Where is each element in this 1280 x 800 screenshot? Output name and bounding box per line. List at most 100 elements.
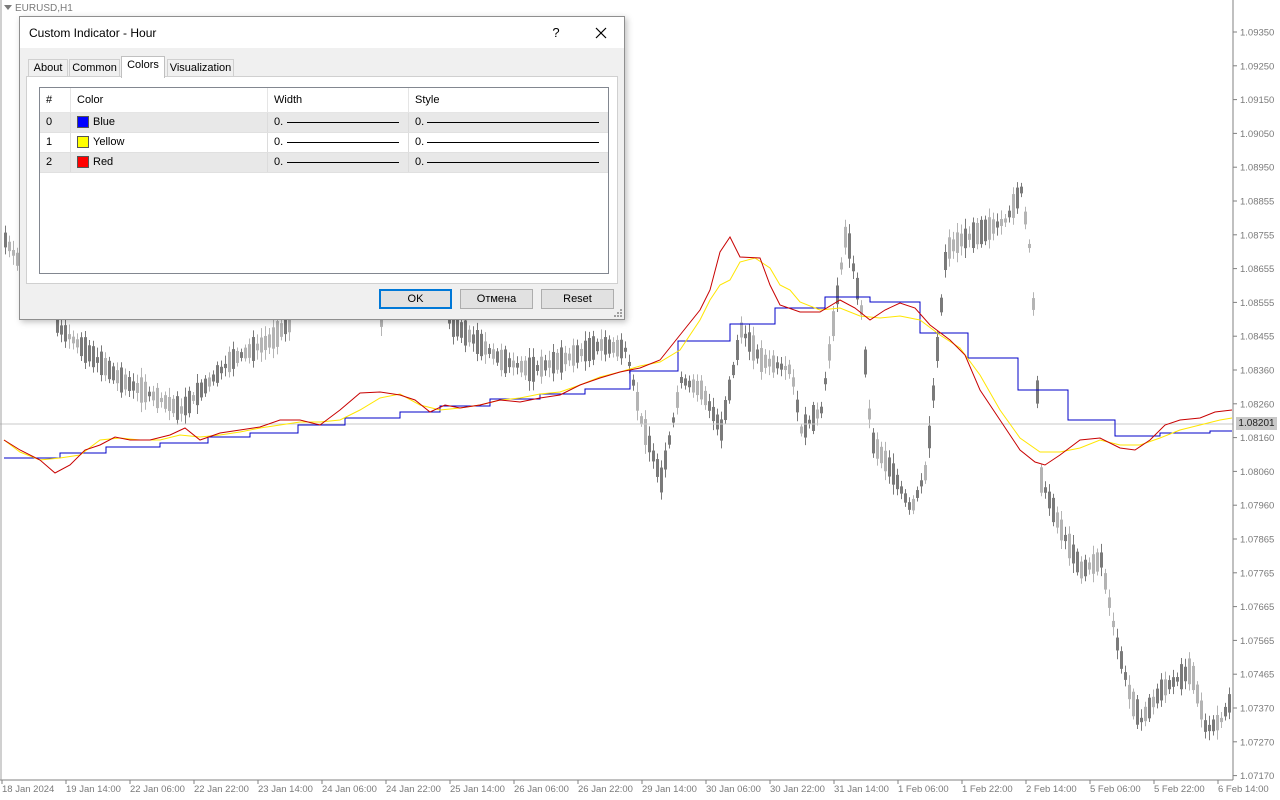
time-label: 24 Jan 06:00 bbox=[322, 784, 377, 795]
candle-body bbox=[516, 363, 519, 368]
width-cell[interactable]: 0. bbox=[268, 113, 409, 132]
candle-body bbox=[608, 339, 611, 354]
candle-body bbox=[908, 502, 911, 510]
chart-symbol-label[interactable]: EURUSD,H1 bbox=[4, 3, 73, 14]
color-cell[interactable]: Yellow bbox=[71, 133, 268, 152]
width-cell[interactable]: 0. bbox=[268, 153, 409, 172]
column-header-width[interactable]: Width bbox=[268, 88, 409, 112]
candle-body bbox=[1216, 715, 1219, 731]
candle-body bbox=[708, 401, 711, 411]
candle-body bbox=[1156, 688, 1159, 704]
candle-body bbox=[528, 357, 531, 382]
candle-body bbox=[84, 337, 87, 363]
dropdown-triangle-icon bbox=[4, 5, 12, 10]
candle-body bbox=[512, 360, 515, 368]
tab-colors[interactable]: Colors bbox=[121, 56, 165, 78]
width-cell[interactable]: 0. bbox=[268, 133, 409, 152]
candle-body bbox=[1028, 243, 1031, 249]
style-cell[interactable]: 0. bbox=[409, 133, 608, 152]
tab-about[interactable]: About bbox=[28, 59, 68, 77]
time-label: 2 Feb 14:00 bbox=[1026, 784, 1077, 795]
candle-body bbox=[652, 450, 655, 462]
candle-body bbox=[496, 351, 499, 363]
candle-body bbox=[840, 262, 843, 270]
candle-body bbox=[948, 237, 951, 259]
price-label: 1.08160 bbox=[1240, 433, 1274, 444]
table-row[interactable]: 1 Yellow 0. 0. bbox=[40, 133, 608, 153]
price-label: 1.07370 bbox=[1240, 704, 1274, 715]
candle-body bbox=[1080, 561, 1083, 579]
style-cell[interactable]: 0. bbox=[409, 113, 608, 132]
help-button[interactable]: ? bbox=[542, 23, 570, 43]
dialog-titlebar[interactable]: Custom Indicator - Hour ? bbox=[20, 17, 624, 48]
table-row[interactable]: 2 Red 0. 0. bbox=[40, 153, 608, 173]
tab-common[interactable]: Common bbox=[69, 59, 120, 77]
candle-body bbox=[1192, 665, 1195, 691]
price-label: 1.07565 bbox=[1240, 636, 1274, 647]
candle-body bbox=[996, 221, 999, 228]
width-value: 0. bbox=[274, 116, 284, 128]
candle-body bbox=[120, 367, 123, 393]
reset-button[interactable]: Reset bbox=[541, 289, 614, 309]
price-label: 1.07865 bbox=[1240, 535, 1274, 546]
price-label: 1.08555 bbox=[1240, 298, 1274, 309]
candle-body bbox=[264, 335, 267, 351]
candle-body bbox=[1196, 684, 1199, 704]
color-cell[interactable]: Red bbox=[71, 153, 268, 172]
candle-body bbox=[136, 383, 139, 393]
candle-body bbox=[1212, 719, 1215, 732]
time-label: 24 Jan 22:00 bbox=[386, 784, 441, 795]
candle-body bbox=[1004, 218, 1007, 223]
candle-body bbox=[560, 347, 563, 373]
color-cell[interactable]: Blue bbox=[71, 113, 268, 132]
candle-body bbox=[1084, 559, 1087, 577]
candle-body bbox=[764, 354, 767, 368]
candle-body bbox=[1164, 679, 1167, 696]
current-price-tag: 1.08201 bbox=[1236, 417, 1277, 430]
column-header-style[interactable]: Style bbox=[409, 88, 608, 112]
candle-body bbox=[632, 379, 635, 386]
table-row[interactable]: 0 Blue 0. 0. bbox=[40, 113, 608, 133]
candle-body bbox=[88, 345, 91, 362]
candle-body bbox=[72, 336, 75, 344]
candle-body bbox=[628, 361, 631, 367]
ok-button[interactable]: OK bbox=[379, 289, 452, 309]
price-label: 1.09050 bbox=[1240, 129, 1274, 140]
resize-grip-icon[interactable] bbox=[614, 309, 622, 317]
candle-body bbox=[1176, 677, 1179, 682]
price-label: 1.07960 bbox=[1240, 501, 1274, 512]
candle-body bbox=[1064, 534, 1067, 542]
candle-body bbox=[924, 465, 927, 481]
style-line-icon bbox=[427, 162, 599, 163]
candle-body bbox=[672, 417, 675, 423]
candle-body bbox=[504, 349, 507, 374]
candle-body bbox=[604, 337, 607, 355]
cancel-button[interactable]: Отмена bbox=[460, 289, 533, 309]
candle-body bbox=[728, 379, 731, 401]
candle-body bbox=[1096, 552, 1099, 572]
tab-visualization[interactable]: Visualization bbox=[167, 59, 234, 77]
candle-body bbox=[1160, 679, 1163, 701]
color-swatch-icon bbox=[77, 136, 89, 148]
column-header-color[interactable]: Color bbox=[71, 88, 268, 112]
candle-body bbox=[68, 334, 71, 340]
candle-body bbox=[584, 340, 587, 362]
candle-body bbox=[1184, 666, 1187, 682]
candle-body bbox=[972, 222, 975, 249]
column-header-index[interactable]: # bbox=[40, 88, 71, 112]
candle-body bbox=[468, 329, 471, 343]
candle-body bbox=[172, 398, 175, 414]
style-cell[interactable]: 0. bbox=[409, 153, 608, 172]
candle-body bbox=[1032, 298, 1035, 310]
candle-body bbox=[164, 395, 167, 409]
candle-body bbox=[712, 406, 715, 422]
candle-body bbox=[248, 344, 251, 358]
width-value: 0. bbox=[274, 136, 284, 148]
candle-body bbox=[200, 382, 203, 398]
candle-body bbox=[732, 364, 735, 376]
price-label: 1.08755 bbox=[1240, 230, 1274, 241]
width-value: 0. bbox=[274, 156, 284, 168]
candle-body bbox=[276, 321, 279, 347]
close-button[interactable] bbox=[586, 21, 616, 45]
candle-body bbox=[460, 322, 463, 338]
